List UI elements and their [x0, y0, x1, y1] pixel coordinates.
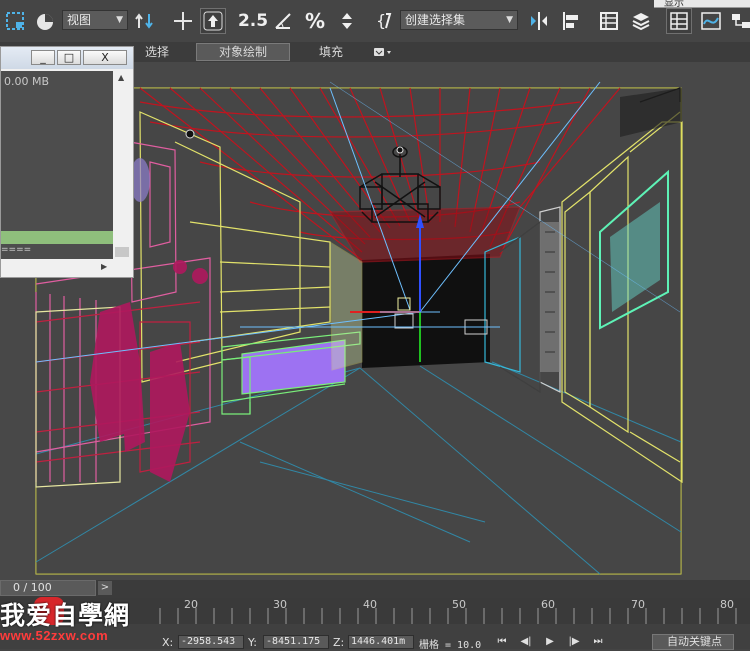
- pivot-center-icon[interactable]: [132, 8, 158, 34]
- memory-readout: 0.00 MB: [4, 75, 50, 88]
- separator-text: ====: [1, 245, 32, 255]
- carved-panel: [540, 222, 560, 372]
- minimize-label: _: [40, 51, 46, 64]
- z-coordinate-field[interactable]: 1446.401m: [348, 635, 414, 649]
- vertical-scrollbar[interactable]: ▲: [113, 71, 131, 259]
- percent-snap-icon[interactable]: %: [302, 8, 328, 34]
- next-frame-button[interactable]: |▶: [566, 636, 582, 649]
- time-slider-thumb[interactable]: 0 / 100: [0, 580, 96, 596]
- next-frame-button[interactable]: >: [98, 581, 112, 595]
- light-marker: [185, 129, 195, 139]
- memory-monitor-window[interactable]: _ □ X 0.00 MB ==== ▲ ▶: [0, 46, 134, 278]
- watermark-url: www.52zxw.com: [0, 628, 109, 643]
- auto-key-button[interactable]: 自动关键点: [652, 634, 734, 650]
- keyboard-shortcut-override-icon[interactable]: [200, 8, 226, 34]
- maximize-label: □: [63, 51, 75, 64]
- align-icon[interactable]: [558, 8, 584, 34]
- horizontal-scrollbar[interactable]: ▶: [1, 259, 113, 275]
- display-field-text: 显示: [664, 0, 684, 8]
- tab-populate[interactable]: 填充: [306, 42, 356, 62]
- previous-frame-button[interactable]: ◀|: [518, 636, 534, 649]
- main-toolbar: 视图 ▼ 2.5 % { 创建选择集 ▼ 显示: [0, 0, 750, 43]
- reference-coordinate-dropdown[interactable]: 视图 ▼: [62, 10, 128, 30]
- snaps-toggle-label: 2.5: [237, 11, 269, 31]
- close-button[interactable]: X: [83, 50, 127, 65]
- tick-label: 40: [363, 598, 377, 611]
- ribbon-options-icon[interactable]: [368, 42, 398, 62]
- edit-named-selection-icon[interactable]: {: [372, 8, 398, 34]
- scroll-up-icon[interactable]: ▲: [118, 73, 124, 82]
- named-selection-set-dropdown[interactable]: 创建选择集 ▼: [400, 10, 518, 30]
- percent-snap-label: %: [304, 9, 326, 33]
- tick-label: 20: [184, 598, 198, 611]
- scroll-thumb[interactable]: [115, 247, 129, 257]
- named-selection-set-value: 创建选择集: [405, 13, 466, 27]
- toggle-ribbon-icon[interactable]: [666, 8, 692, 34]
- spinner-snap-icon[interactable]: [334, 8, 360, 34]
- snaps-toggle-icon[interactable]: 2.5: [238, 8, 268, 34]
- site-watermark: 我爱自學網 www.52zxw.com: [0, 596, 158, 649]
- minimize-button[interactable]: _: [31, 50, 55, 65]
- window-content: 0.00 MB ====: [1, 71, 113, 259]
- tick-label: 50: [452, 598, 466, 611]
- scene-explorer-icon[interactable]: [596, 8, 622, 34]
- window-titlebar[interactable]: _ □ X: [1, 47, 133, 69]
- chevron-down-icon: ▼: [506, 15, 513, 25]
- memory-bar: [1, 231, 113, 244]
- watermark-title: 我爱自學網: [0, 601, 131, 630]
- y-coordinate-label: Y:: [248, 636, 257, 649]
- layer-explorer-icon[interactable]: [628, 8, 654, 34]
- maximize-button[interactable]: □: [57, 50, 81, 65]
- z-coordinate-label: Z:: [333, 636, 345, 649]
- goto-end-button[interactable]: ⏭: [590, 636, 606, 649]
- display-field[interactable]: 显示: [654, 0, 750, 8]
- schematic-view-icon[interactable]: [728, 8, 750, 34]
- select-region-icon[interactable]: [2, 8, 28, 34]
- close-label: X: [101, 51, 109, 64]
- angle-snap-icon[interactable]: [270, 8, 296, 34]
- mirror-icon[interactable]: [526, 8, 552, 34]
- tab-selection[interactable]: 选择: [132, 42, 182, 62]
- y-coordinate-field[interactable]: -8451.175: [263, 635, 329, 649]
- tick-label: 60: [541, 598, 555, 611]
- scroll-right-icon[interactable]: ▶: [101, 262, 107, 271]
- svg-text:{: {: [376, 11, 386, 30]
- play-button[interactable]: ▶: [542, 636, 558, 649]
- curve-editor-icon[interactable]: [698, 8, 724, 34]
- x-coordinate-label: X:: [162, 636, 174, 649]
- tab-object-paint[interactable]: 对象绘制: [196, 43, 290, 61]
- goto-start-button[interactable]: ⏮: [494, 636, 510, 649]
- select-manipulate-icon[interactable]: [170, 8, 196, 34]
- tick-label: 70: [631, 598, 645, 611]
- reference-coordinate-value: 视图: [67, 13, 92, 27]
- x-coordinate-field[interactable]: -2958.543: [178, 635, 244, 649]
- tick-label: 30: [273, 598, 287, 611]
- tick-label: 80: [720, 598, 734, 611]
- window-crossing-icon[interactable]: [32, 8, 58, 34]
- chevron-down-icon: ▼: [116, 15, 123, 25]
